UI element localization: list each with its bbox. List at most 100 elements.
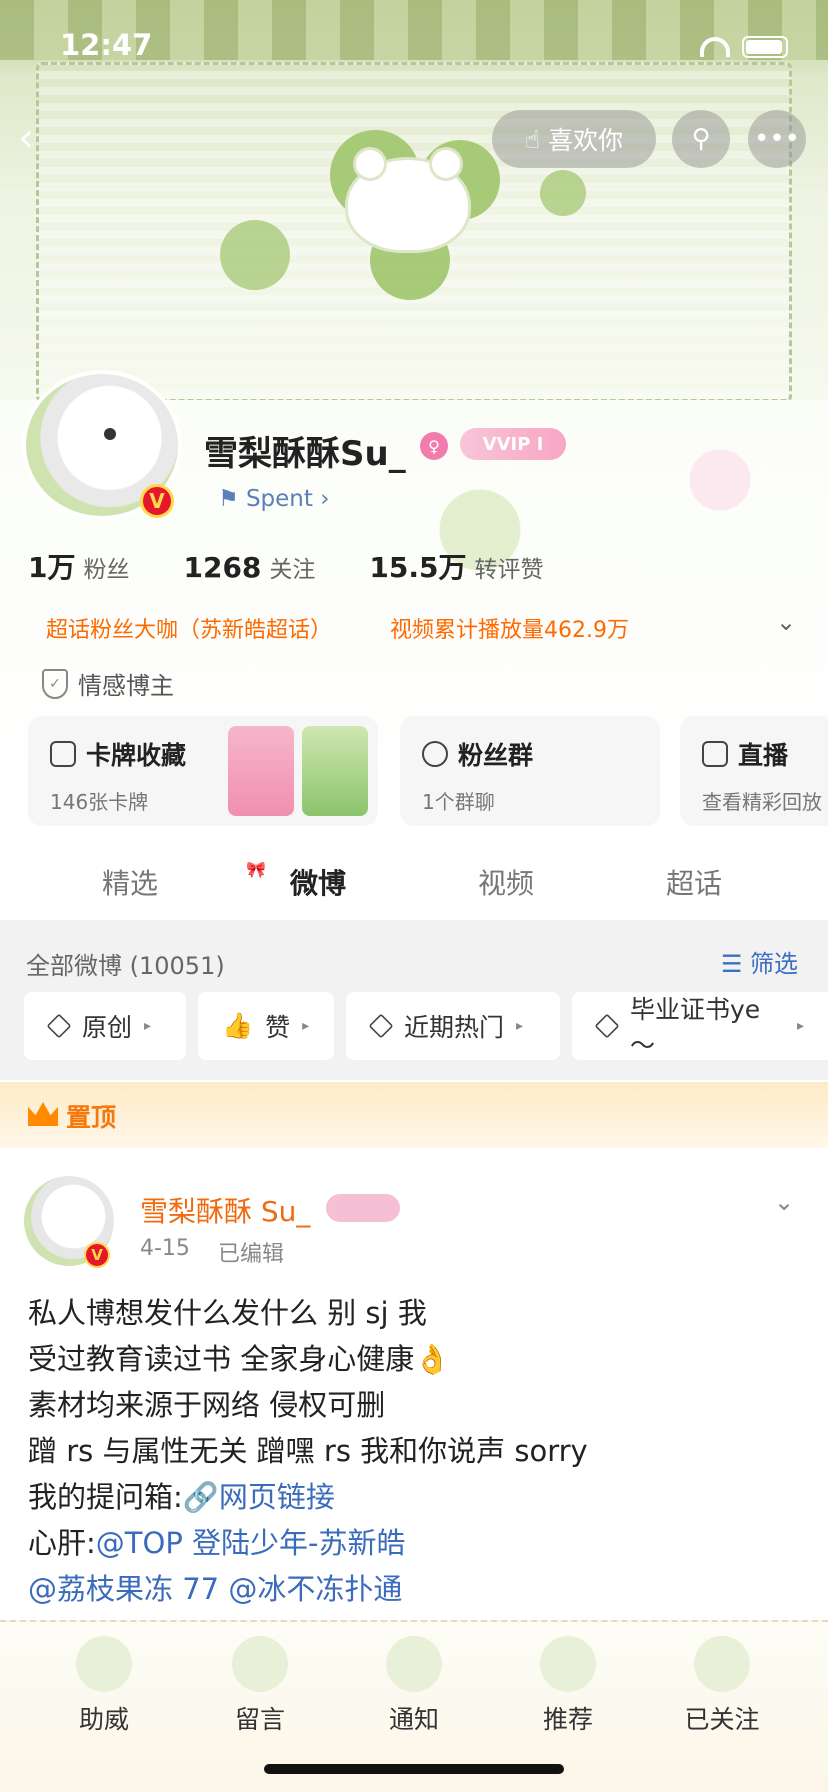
- verification: ✓ 情感博主: [42, 666, 174, 701]
- following-label[interactable]: 关注: [269, 550, 315, 584]
- bottom-cheer[interactable]: 助威: [44, 1700, 164, 1736]
- heart-prefix: 心肝:: [28, 1526, 96, 1560]
- status-line[interactable]: ⚑ Spent ›: [218, 486, 329, 512]
- back-button[interactable]: ‹: [18, 118, 58, 158]
- web-link[interactable]: 🔗网页链接: [183, 1480, 335, 1514]
- bottom-notify[interactable]: 通知: [354, 1700, 474, 1736]
- wifi-icon: [700, 37, 730, 57]
- following-count[interactable]: 1268: [183, 551, 261, 584]
- message-icon: [232, 1636, 288, 1692]
- more-icon: •••: [753, 124, 800, 154]
- filter-button[interactable]: ☰ 筛选: [721, 944, 798, 979]
- vvip-badge[interactable]: VVIP I: [460, 428, 566, 460]
- tag-super-fan[interactable]: 超话粉丝大咖（苏新皓超话）: [46, 612, 332, 644]
- bear-illustration: [348, 150, 468, 250]
- like-you-button[interactable]: ☝ 喜欢你: [492, 110, 656, 168]
- post-edited[interactable]: 已编辑: [218, 1236, 284, 1268]
- tab-featured[interactable]: 精选: [102, 862, 158, 902]
- mention-links[interactable]: @荔枝果冻 77 @冰不冻扑通: [28, 1566, 588, 1612]
- hand-icon: ☝: [524, 124, 541, 154]
- chip-diploma-label: 毕业证书ye～: [629, 995, 761, 1060]
- chip-recent-hot-label: 近期热门: [404, 1013, 505, 1042]
- tab-video[interactable]: 视频: [478, 862, 534, 902]
- home-indicator[interactable]: [264, 1764, 564, 1774]
- people-icon: [422, 741, 448, 767]
- chip-recent-hot[interactable]: 近期热门 ▸: [346, 992, 560, 1060]
- bottom-followed[interactable]: 已关注: [662, 1700, 782, 1736]
- layers-icon: [368, 1013, 394, 1039]
- chip-diploma[interactable]: 毕业证书ye～ ▸: [572, 992, 828, 1060]
- post-author[interactable]: 雪梨酥酥 Su_: [140, 1190, 310, 1230]
- avatar-eye: [104, 428, 116, 440]
- post-meta: 4-15 已编辑: [140, 1236, 284, 1268]
- post-vip-badge: [326, 1194, 400, 1222]
- tab-bar: 精选 🎀 微博 视频 超话: [0, 840, 828, 920]
- interactions-label[interactable]: 转评赞: [475, 550, 544, 584]
- profile-tags: 超话粉丝大咖（苏新皓超话） 视频累计播放量462.9万: [46, 612, 629, 644]
- chevron-down-icon[interactable]: ⌄: [774, 1188, 794, 1216]
- status-icon: ⚑: [218, 486, 246, 512]
- followed-icon: [694, 1636, 750, 1692]
- notify-icon: [386, 1636, 442, 1692]
- nickname: 雪梨酥酥Su_: [204, 434, 406, 474]
- tab-weibo[interactable]: 微博: [290, 862, 346, 902]
- card-collection[interactable]: 卡牌收藏 146张卡牌: [28, 716, 378, 826]
- chip-liked[interactable]: 👍 赞 ▸: [198, 992, 334, 1060]
- all-weibo-count: 全部微博 (10051): [26, 952, 225, 980]
- more-button[interactable]: •••: [748, 110, 806, 168]
- post-body: 私人博想发什么发什么 别 sj 我 受过教育读过书 全家身心健康👌 素材均来源于…: [28, 1290, 588, 1612]
- verified-v-icon: V: [140, 484, 174, 518]
- followers-count[interactable]: 1万: [28, 546, 75, 586]
- chip-liked-label: 赞: [265, 1013, 291, 1042]
- shield-icon: ✓: [42, 668, 68, 699]
- search-icon: ⚲: [691, 124, 711, 154]
- status-icons: [700, 36, 788, 58]
- mention-link[interactable]: @TOP 登陆少年-苏新皓: [96, 1526, 406, 1560]
- tab-super-topic[interactable]: 超话: [666, 862, 722, 902]
- bottom-message[interactable]: 留言: [200, 1700, 320, 1736]
- followers-label[interactable]: 粉丝: [83, 550, 129, 584]
- post-line: 素材均来源于网络 侵权可删: [28, 1388, 386, 1422]
- caret-icon: ▸: [144, 1018, 152, 1034]
- pinned-label: 置顶: [66, 1103, 117, 1132]
- post-line: 蹭 rs 与属性无关 蹭嘿 rs 我和你说声 sorry: [28, 1434, 588, 1468]
- card-icon: [50, 741, 76, 767]
- chip-original-label: 原创: [82, 1013, 133, 1042]
- tag-video-plays[interactable]: 视频累计播放量462.9万: [390, 612, 629, 644]
- female-icon: ♀: [420, 432, 448, 460]
- recommend-icon: [540, 1636, 596, 1692]
- post-date: 4-15: [140, 1236, 190, 1261]
- live-sub: 查看精彩回放: [702, 790, 822, 814]
- bottom-recommend[interactable]: 推荐: [508, 1700, 628, 1736]
- card-live[interactable]: 直播 查看精彩回放: [680, 716, 828, 826]
- layers-icon: [594, 1013, 620, 1039]
- card-fan-group[interactable]: 粉丝群 1个群聊: [400, 716, 660, 826]
- live-title: 直播: [738, 741, 789, 770]
- caret-icon: ▸: [796, 1018, 804, 1034]
- status-time: 12:47: [60, 28, 153, 62]
- profile-banner: [0, 0, 828, 430]
- stats-row: 1万 粉丝 1268 关注 15.5万 转评赞: [28, 546, 544, 586]
- interactions-count[interactable]: 15.5万: [369, 546, 466, 586]
- status-text: Spent: [245, 486, 313, 512]
- chip-original[interactable]: 原创 ▸: [24, 992, 186, 1060]
- search-button[interactable]: ⚲: [672, 110, 730, 168]
- card-collection-title: 卡牌收藏: [86, 741, 187, 770]
- post-line: 我的提问箱:🔗网页链接: [28, 1474, 588, 1520]
- tv-icon: [702, 741, 728, 767]
- verification-text: 情感博主: [78, 672, 174, 700]
- verified-v-icon: V: [84, 1242, 110, 1268]
- battery-icon: [742, 36, 788, 58]
- layers-icon: [46, 1013, 72, 1039]
- feed-filter-area: 全部微博 (10051) ☰ 筛选 原创 ▸ 👍 赞 ▸ 近期热门 ▸ 毕业证书…: [0, 920, 828, 1080]
- post-line: 心肝:@TOP 登陆少年-苏新皓: [28, 1520, 588, 1566]
- chevron-down-icon[interactable]: ⌄: [776, 608, 796, 636]
- crown-icon: [28, 1102, 58, 1126]
- clover-decoration: [220, 220, 290, 290]
- chevron-right-icon: ›: [312, 486, 330, 512]
- bow-icon: 🎀: [246, 860, 266, 879]
- fan-group-title: 粉丝群: [458, 741, 534, 770]
- like-you-label: 喜欢你: [548, 126, 624, 155]
- filter-label: 筛选: [750, 950, 798, 978]
- pinned-header: 置顶: [0, 1082, 828, 1148]
